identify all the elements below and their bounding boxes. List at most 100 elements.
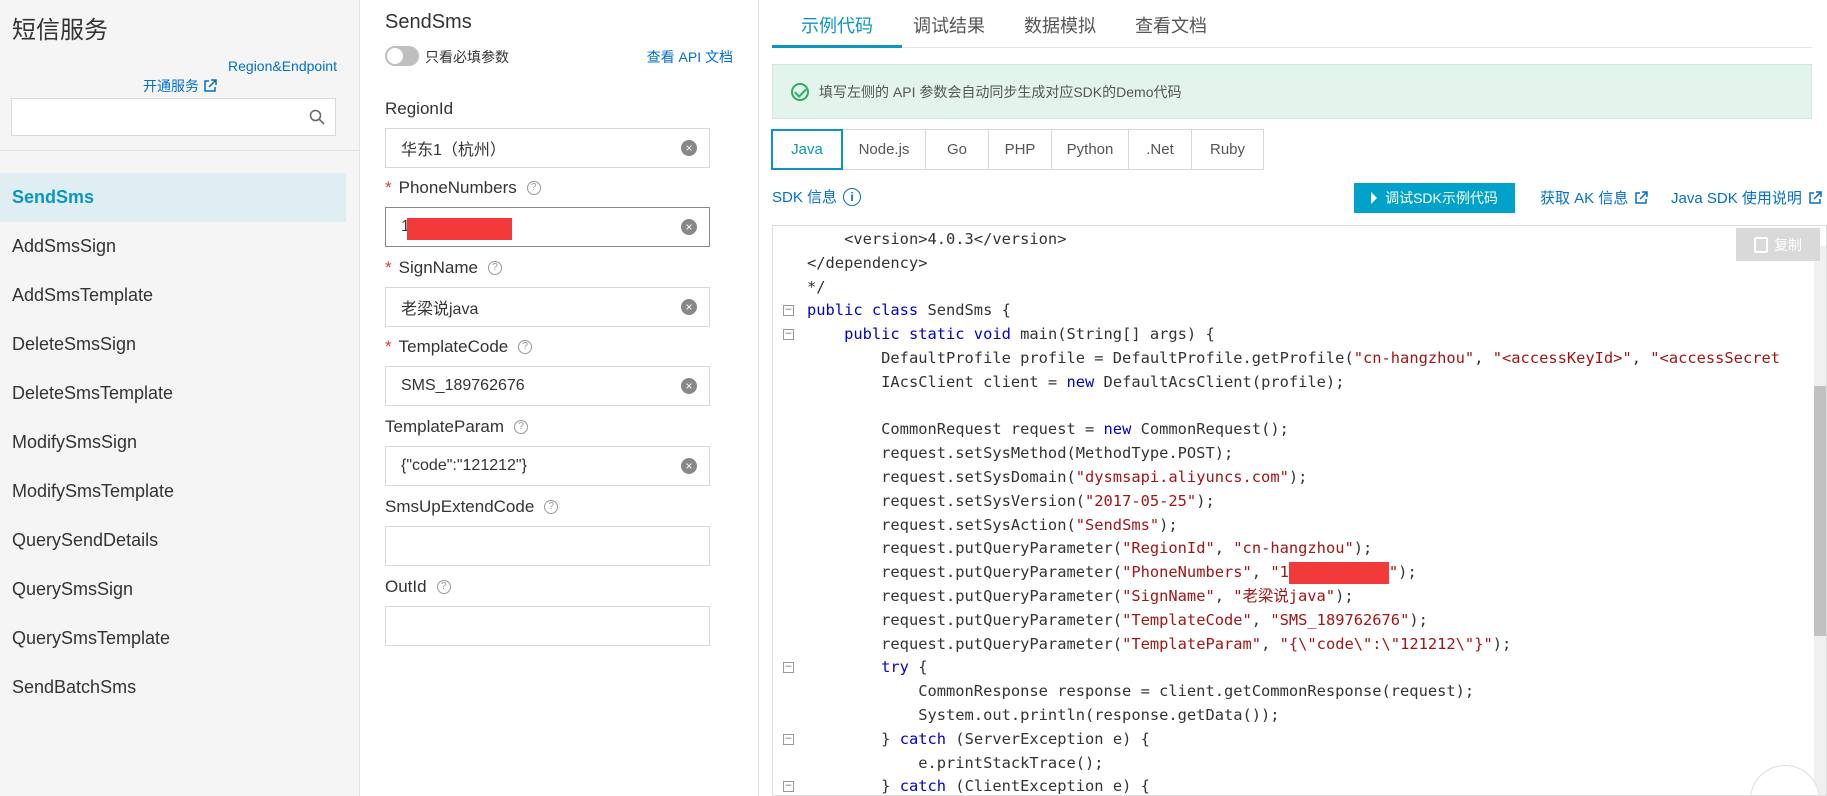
code-text: , [1251,563,1271,582]
sidebar-item-addsmstemplate[interactable]: AddSmsTemplate [0,271,360,320]
sidebar-item-sendbatchsms[interactable]: SendBatchSms [0,663,360,712]
clear-icon[interactable]: × [681,378,697,394]
search-input[interactable] [12,99,292,135]
clear-icon[interactable]: × [681,299,697,315]
java-sdk-guide-link[interactable]: Java SDK 使用说明 [1671,187,1822,208]
lang-tab-dotnet[interactable]: .Net [1128,129,1192,170]
help-icon[interactable]: ? [514,420,529,434]
lang-tab-python[interactable]: Python [1051,129,1129,170]
code-string: "1 [1270,563,1289,582]
check-circle-icon [791,82,809,101]
sidebar-item-modifysmssign[interactable]: ModifySmsSign [0,418,360,467]
notice-text: 填写左侧的 API 参数会自动同步生成对应SDK的Demo代码 [819,83,1182,100]
help-icon[interactable]: ? [436,580,451,594]
code-editor[interactable]: 复制 <version>4.0.3</version> </dependency>… [772,225,1827,796]
outid-input[interactable] [386,607,666,645]
clear-icon[interactable]: × [681,458,697,474]
fold-icon[interactable]: − [783,733,794,745]
api-doc-link[interactable]: 查看 API 文档 [647,47,733,67]
copy-button[interactable]: 复制 [1736,228,1820,261]
sidebar-item-addsmssign[interactable]: AddSmsSign [0,222,360,271]
code-string: "<accessSecret [1650,348,1781,367]
field-templateparam: TemplateParam? × [385,416,710,486]
scroll-thumb[interactable] [1814,386,1826,636]
debug-sdk-button[interactable]: 调试SDK示例代码 [1354,183,1515,213]
help-icon[interactable]: ? [488,261,502,275]
code-text: CommonRequest request = [881,420,1104,439]
fold-icon[interactable]: − [783,662,794,674]
sidebar-item-modifysmstemplate[interactable]: ModifySmsTemplate [0,467,360,516]
code-line: − } catch (ClientException e) { [773,775,1780,796]
required-marker: * [385,178,392,197]
open-service-label: 开通服务 [143,78,199,94]
code-string: "PhoneNumbers" [1122,563,1252,582]
lang-tab-php[interactable]: PHP [988,129,1052,170]
search-icon[interactable] [309,109,325,125]
code-line: request.setSysVersion("2017-05-25"); [773,490,1780,514]
sidebar-item-querysmssign[interactable]: QuerySmsSign [0,565,360,614]
templatecode-input[interactable] [386,367,666,405]
open-service-link[interactable]: 开通服务 [143,76,217,96]
info-icon[interactable]: i [843,187,862,206]
code-text: , [1214,586,1234,605]
field-label: TemplateParam? [385,416,710,438]
code-content: <version>4.0.3</version> </dependency> */ −… [773,226,1781,796]
code-line: request.setSysMethod(MethodType.POST); [773,442,1780,466]
code-text: { [908,658,928,677]
tab-debug-result[interactable]: 调试结果 [913,12,985,38]
clear-icon[interactable]: × [681,219,697,235]
help-icon[interactable]: ? [518,340,533,354]
code-line: − public static void main(String[] args)… [773,323,1780,347]
code-string: "<accessKeyId>" [1492,348,1632,367]
code-string: "cn-hangzhou" [1353,348,1475,367]
tab-sample-code[interactable]: 示例代码 [801,12,873,38]
region-endpoint-link[interactable]: Region&Endpoint [228,58,337,74]
code-string: "SMS_189762676" [1270,610,1410,629]
sidebar-item-deletesmssign[interactable]: DeleteSmsSign [0,320,360,369]
lang-tab-java[interactable]: Java [771,129,843,170]
code-string: "TemplateParam" [1122,634,1262,653]
clear-icon[interactable]: × [681,140,697,156]
regionid-input[interactable] [386,129,666,167]
fold-icon[interactable]: − [783,329,794,341]
sdk-info-label: SDK 信息 [772,189,838,206]
fold-icon[interactable]: − [783,305,794,317]
get-ak-link[interactable]: 获取 AK 信息 [1540,187,1649,208]
code-text: <version>4.0.3</version> [844,230,1067,248]
required-only-toggle[interactable] [385,46,419,66]
field-box [385,606,710,646]
field-label-text: TemplateCode [398,337,509,356]
code-text: main(String[] args) { [1010,325,1215,344]
help-icon[interactable]: ? [526,181,541,195]
lang-tab-go[interactable]: Go [925,129,989,170]
code-line: e.printStackTrace(); [773,752,1780,776]
code-line: request.setSysDomain("dysmsapi.aliyuncs.… [773,466,1780,490]
code-text: (ClientException e) { [946,777,1150,796]
sidebar-item-deletesmstemplate[interactable]: DeleteSmsTemplate [0,369,360,418]
code-text: ); [1335,586,1354,605]
code-scrollbar[interactable] [1814,246,1826,795]
tab-data-mock[interactable]: 数据模拟 [1024,12,1096,38]
signname-input[interactable] [386,288,666,326]
code-string: "2017-05-25" [1085,491,1197,510]
field-label: * PhoneNumbers? [385,177,710,199]
lang-tab-nodedotjs[interactable]: Node.js [842,129,926,170]
sidebar-item-querysmstemplate[interactable]: QuerySmsTemplate [0,614,360,663]
sdk-info-link[interactable]: SDK 信息 i [772,186,862,207]
sidebar-item-querysenddetails[interactable]: QuerySendDetails [0,516,360,565]
tab-view-docs[interactable]: 查看文档 [1135,12,1207,38]
code-string: " [1388,563,1399,582]
sidebar-item-sendsms[interactable]: SendSms [0,173,346,222]
smsupextendcode-input[interactable] [386,527,666,565]
code-text: ); [1159,515,1178,534]
fold-icon[interactable]: − [783,781,794,793]
field-box: × [385,207,710,247]
field-phonenumbers: * PhoneNumbers? × [385,177,710,247]
templateparam-input[interactable] [386,447,666,485]
help-icon[interactable]: ? [544,500,559,514]
lang-tab-ruby[interactable]: Ruby [1191,129,1264,170]
